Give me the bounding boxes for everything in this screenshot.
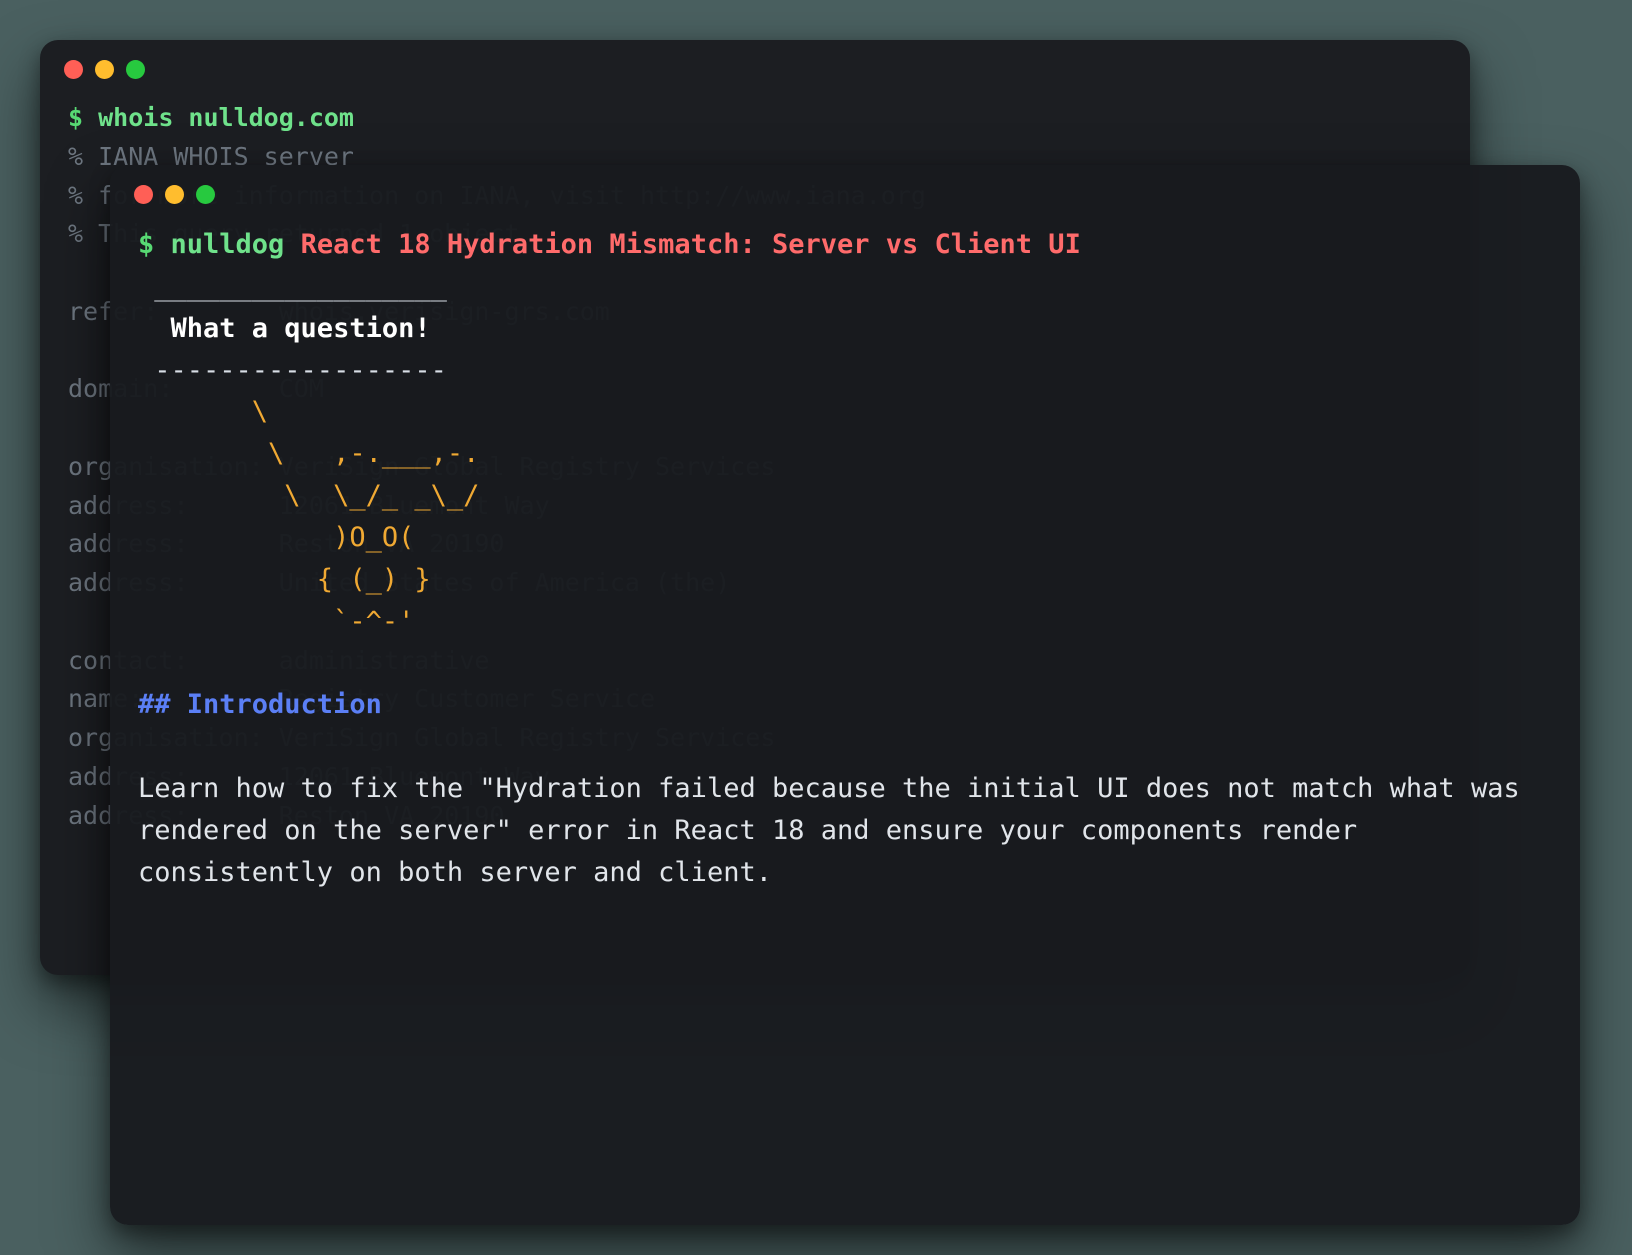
prompt-symbol: $	[68, 103, 98, 132]
ascii-dog-icon: \ \_/_ _\_/	[138, 480, 479, 511]
zoom-icon[interactable]	[126, 60, 145, 79]
minimize-icon[interactable]	[165, 185, 184, 204]
section-heading: ## Introduction	[138, 689, 382, 720]
terminal-window-front: $ nulldog React 18 Hydration Mismatch: S…	[110, 165, 1580, 1225]
intro-paragraph: Learn how to fix the "Hydration failed b…	[138, 773, 1536, 888]
ascii-dog-icon: \	[138, 396, 268, 427]
window-controls-front	[110, 165, 1580, 214]
prompt-symbol: $	[138, 229, 171, 260]
close-icon[interactable]	[64, 60, 83, 79]
command-text: whois nulldog.com	[98, 103, 354, 132]
ascii-dog-icon: { (_) }	[138, 564, 431, 595]
command-text: nulldog	[171, 229, 301, 260]
close-icon[interactable]	[134, 185, 153, 204]
ascii-dog-icon: \ ,-.___,-.	[138, 438, 479, 469]
zoom-icon[interactable]	[196, 185, 215, 204]
ascii-dog-icon: `-^-'	[138, 606, 414, 637]
speech-bubble-text: What a question!	[138, 313, 431, 344]
article-title: React 18 Hydration Mismatch: Server vs C…	[301, 229, 1081, 260]
terminal-output-front: $ nulldog React 18 Hydration Mismatch: S…	[110, 214, 1580, 922]
speech-bubble-bottom: ------------------	[138, 355, 447, 386]
ascii-dog-icon: )O_O(	[138, 522, 414, 553]
window-controls-back	[40, 40, 1470, 89]
speech-bubble-top: __________________	[138, 271, 447, 302]
minimize-icon[interactable]	[95, 60, 114, 79]
